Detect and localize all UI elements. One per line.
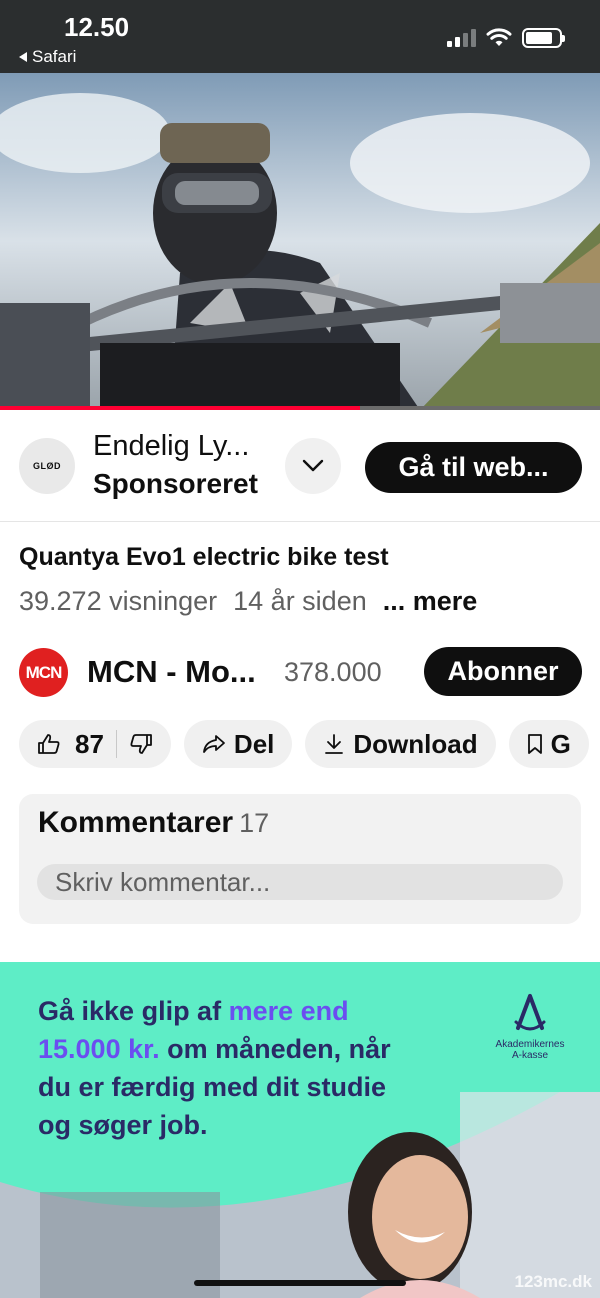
back-triangle-icon (19, 52, 27, 62)
akasse-logo-line2: A-kasse (511, 1050, 549, 1061)
video-title[interactable]: Quantya Evo1 electric bike test (19, 543, 389, 572)
banner-text-part1: Gå ikke glip af (38, 996, 229, 1026)
thumbs-up-icon (38, 734, 60, 754)
dislike-button[interactable] (129, 733, 153, 755)
video-frame-image (0, 73, 600, 410)
cellular-signal-icon (447, 29, 476, 47)
akasse-logo: Akademikernes A-kasse (488, 992, 572, 1061)
chevron-down-icon (302, 459, 324, 472)
status-bar: 12.50 Safari (0, 0, 600, 73)
akasse-logo-mark (514, 994, 546, 1031)
banner-ad[interactable]: Gå ikke glip af mere end 15.000 kr. om m… (0, 962, 600, 1298)
comments-header: Kommentarer 17 (38, 806, 269, 840)
video-meta[interactable]: 39.272 visninger 14 år siden ... mere (19, 586, 477, 617)
channel-name[interactable]: MCN - Mo... (87, 654, 256, 690)
wifi-icon (486, 28, 512, 46)
akasse-logo-line1: Akademikernes (495, 1039, 565, 1050)
ad-title[interactable]: Endelig Ly... (93, 430, 249, 463)
more-button[interactable]: ... mere (383, 586, 478, 617)
watermark: 123mc.dk (514, 1272, 593, 1291)
thumbs-down-icon (130, 734, 152, 754)
back-to-safari[interactable]: Safari (18, 47, 76, 67)
like-count: 87 (75, 728, 104, 759)
view-count: 39.272 visninger (19, 586, 218, 616)
comments-panel[interactable]: Kommentarer 17 Skriv kommentar... (19, 794, 581, 924)
bookmark-icon (527, 734, 542, 754)
comment-input[interactable]: Skriv kommentar... (37, 864, 563, 900)
home-indicator[interactable] (194, 1280, 406, 1286)
comments-title: Kommentarer (38, 806, 234, 839)
like-divider (115, 730, 117, 758)
ad-visit-website-button[interactable]: Gå til web... (365, 442, 582, 493)
ad-expand-button[interactable] (285, 438, 341, 494)
save-button[interactable]: G (508, 720, 589, 768)
like-button[interactable]: 87 (37, 729, 104, 760)
subscribe-button[interactable]: Abonner (424, 647, 582, 696)
channel-avatar[interactable]: MCN (19, 648, 68, 697)
channel-row: MCN MCN - Mo... 378.000 Abonner (19, 646, 582, 698)
back-label: Safari (32, 47, 77, 66)
battery-icon (522, 28, 565, 48)
comments-count: 17 (239, 808, 270, 838)
like-dislike-pill: 87 (19, 720, 171, 768)
share-icon (203, 735, 225, 753)
download-label: Download (353, 728, 478, 759)
status-time: 12.50 (64, 12, 130, 42)
ad-sponsored-label: Sponsoreret (93, 468, 258, 499)
advertiser-logo[interactable]: GLØD (19, 438, 75, 494)
banner-headline: Gå ikke glip af mere end 15.000 kr. om m… (38, 992, 398, 1144)
upload-age: 14 år siden (233, 586, 367, 616)
video-player[interactable] (0, 73, 600, 410)
subscriber-count: 378.000 (284, 657, 382, 687)
save-label: G (550, 728, 571, 759)
action-bar: 87 Del Download G (19, 720, 589, 768)
download-icon (325, 734, 344, 754)
share-label: Del (233, 728, 275, 759)
download-button[interactable]: Download (305, 720, 496, 768)
share-button[interactable]: Del (183, 720, 293, 768)
status-icons (447, 28, 565, 48)
sponsored-ad-row: GLØD Endelig Ly... Sponsoreret Gå til we… (0, 410, 600, 522)
